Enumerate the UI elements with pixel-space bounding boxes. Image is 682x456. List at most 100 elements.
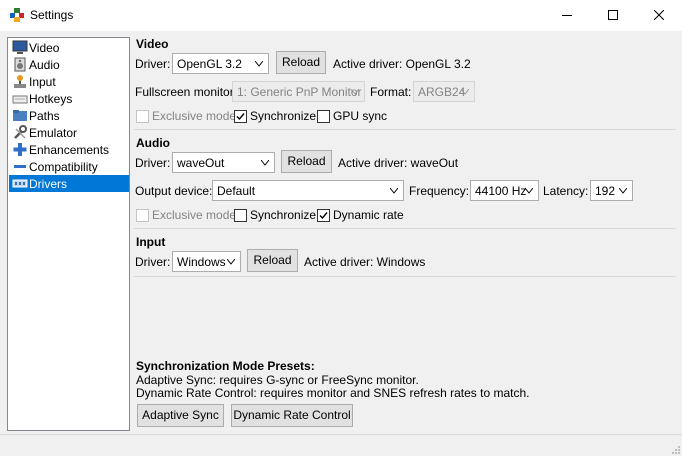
fullscreen-monitor-select[interactable]: 1: Generic PnP Monitor — [232, 81, 365, 102]
sidebar-item-label: Compatibility — [29, 160, 98, 174]
sidebar-item-audio[interactable]: Audio — [9, 56, 129, 73]
close-icon — [654, 10, 664, 20]
drivers-panel: Video Driver: OpenGL 3.2 Reload Active d… — [134, 37, 676, 431]
chevron-down-icon — [619, 188, 627, 194]
maximize-icon — [608, 10, 618, 20]
video-exclusive-mode-checkbox[interactable]: Exclusive mode — [136, 109, 236, 125]
title-bar[interactable]: Settings — [0, 0, 682, 31]
sidebar-item-label: Input — [29, 75, 56, 89]
latency-select[interactable]: 192 — [590, 180, 633, 201]
minimize-icon — [562, 15, 572, 16]
format-select[interactable]: ARGB24 — [413, 81, 475, 102]
chevron-down-icon — [351, 89, 359, 95]
chevron-down-icon — [227, 259, 235, 265]
audio-driver-label: Driver: — [135, 156, 171, 170]
monitor-icon — [12, 40, 28, 54]
sidebar-item-label: Video — [29, 41, 60, 55]
checkbox-label: Dynamic rate — [333, 208, 404, 222]
sidebar-item-drivers[interactable]: Drivers — [9, 175, 129, 192]
fullscreen-monitor-value: 1: Generic PnP Monitor — [237, 85, 362, 99]
settings-category-list[interactable]: Video Audio Input Hotkeys Paths Emulator… — [7, 37, 130, 431]
presets-dynamic-description: Dynamic Rate Control: requires monitor a… — [136, 386, 530, 400]
dynamic-rate-control-button[interactable]: Dynamic Rate Control — [231, 404, 353, 427]
folder-icon — [13, 110, 27, 121]
settings-window: Settings Video Audio Input Hotkeys Paths… — [0, 0, 682, 456]
video-reload-button[interactable]: Reload — [276, 51, 326, 74]
latency-value: 192 — [595, 184, 616, 198]
input-active-driver: Active driver: Windows — [304, 255, 426, 269]
adaptive-sync-button[interactable]: Adaptive Sync — [137, 404, 224, 427]
audio-reload-button[interactable]: Reload — [281, 150, 332, 173]
sidebar-item-label: Enhancements — [29, 143, 110, 157]
joystick-icon — [14, 75, 26, 88]
checkbox-label: Synchronize — [250, 208, 317, 222]
sidebar-item-emulator[interactable]: Emulator — [9, 124, 129, 141]
audio-synchronize-checkbox[interactable]: Synchronize — [234, 208, 316, 224]
sidebar-item-label: Paths — [29, 109, 60, 123]
sidebar-item-compatibility[interactable]: Compatibility — [9, 158, 129, 175]
video-driver-value: OpenGL 3.2 — [177, 57, 242, 71]
audio-exclusive-mode-checkbox[interactable]: Exclusive mode — [136, 208, 236, 224]
sidebar-item-paths[interactable]: Paths — [9, 107, 129, 124]
sidebar-item-label: Emulator — [29, 126, 78, 140]
video-synchronize-checkbox[interactable]: Synchronize — [234, 109, 316, 125]
section-divider — [134, 276, 676, 277]
gpu-sync-checkbox[interactable]: GPU sync — [317, 109, 387, 125]
audio-section-title: Audio — [136, 136, 170, 150]
chevron-down-icon — [255, 61, 263, 67]
resize-grip-icon[interactable] — [670, 444, 680, 454]
checkbox-label: Exclusive mode — [152, 208, 237, 222]
video-driver-select[interactable]: OpenGL 3.2 — [172, 53, 269, 74]
checkbox-box — [317, 110, 330, 123]
chevron-down-icon — [525, 188, 533, 194]
speaker-icon — [14, 57, 26, 72]
fullscreen-monitor-label: Fullscreen monitor: — [135, 85, 238, 99]
chevron-down-icon — [261, 160, 269, 166]
audio-driver-select[interactable]: waveOut — [172, 152, 275, 173]
output-device-label: Output device: — [135, 184, 213, 198]
app-icon — [10, 8, 24, 22]
dynamic-rate-checkbox[interactable]: Dynamic rate — [317, 208, 404, 224]
chevron-down-icon — [390, 188, 398, 194]
minus-icon — [14, 165, 26, 168]
minimize-button[interactable] — [544, 0, 590, 31]
input-section-title: Input — [136, 235, 166, 249]
sidebar-item-input[interactable]: Input — [9, 73, 129, 90]
output-device-select[interactable]: Default — [212, 180, 404, 201]
checkmark-icon — [319, 212, 328, 220]
plus-icon — [13, 143, 27, 156]
video-driver-label: Driver: — [135, 57, 171, 71]
frequency-select[interactable]: 44100 Hz — [470, 180, 539, 201]
format-label: Format: — [370, 85, 412, 99]
sidebar-item-label: Hotkeys — [29, 92, 73, 106]
video-section-title: Video — [136, 37, 169, 51]
input-driver-select[interactable]: Windows — [172, 251, 241, 272]
checkbox-label: Synchronize — [250, 109, 317, 123]
checkbox-box — [136, 110, 149, 123]
frequency-label: Frequency: — [409, 184, 470, 198]
sidebar-item-enhancements[interactable]: Enhancements — [9, 141, 129, 158]
input-driver-value: Windows — [177, 255, 226, 269]
checkmark-icon — [236, 113, 245, 121]
status-bar — [0, 434, 682, 456]
audio-active-driver: Active driver: waveOut — [338, 156, 459, 170]
sidebar-item-hotkeys[interactable]: Hotkeys — [9, 90, 129, 107]
presets-adaptive-description: Adaptive Sync: requires G-sync or FreeSy… — [136, 373, 419, 387]
format-value: ARGB24 — [418, 85, 466, 99]
checkbox-box — [234, 209, 247, 222]
checkbox-label: GPU sync — [333, 109, 388, 123]
keyboard-icon — [12, 95, 28, 104]
chevron-down-icon — [461, 89, 469, 95]
close-button[interactable] — [636, 0, 682, 31]
input-driver-label: Driver: — [135, 255, 171, 269]
input-reload-button[interactable]: Reload — [247, 249, 298, 272]
sidebar-item-video[interactable]: Video — [9, 39, 129, 56]
presets-title: Synchronization Mode Presets: — [136, 359, 315, 373]
sidebar-item-label: Audio — [29, 58, 60, 72]
wrench-icon — [14, 125, 27, 139]
checkbox-label: Exclusive mode — [152, 109, 237, 123]
output-device-value: Default — [217, 184, 256, 198]
checkbox-box — [317, 209, 330, 222]
maximize-button[interactable] — [590, 0, 636, 31]
checkbox-box — [136, 209, 149, 222]
